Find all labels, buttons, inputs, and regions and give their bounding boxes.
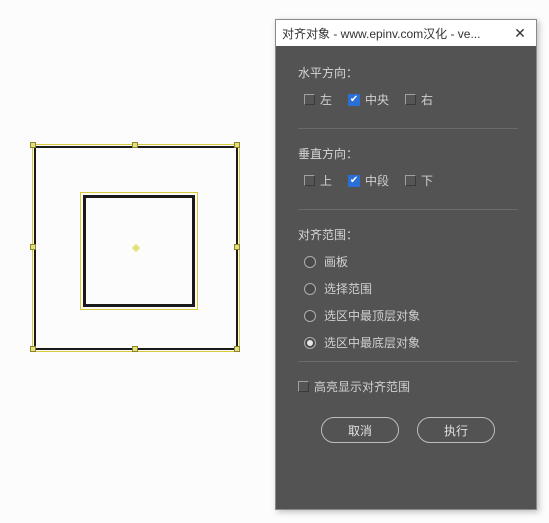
highlight-label: 高亮显示对齐范围: [314, 378, 410, 395]
cancel-button[interactable]: 取消: [321, 417, 399, 443]
inner-rect[interactable]: [83, 195, 195, 307]
handle-nw[interactable]: [30, 142, 36, 148]
handle-ne[interactable]: [234, 142, 240, 148]
divider: [298, 209, 518, 210]
cancel-label: 取消: [348, 422, 372, 439]
h-center-label: 中央: [365, 91, 389, 108]
handle-n[interactable]: [132, 142, 138, 148]
scope-selection-label: 选择范围: [324, 280, 372, 297]
v-align-top[interactable]: 上: [304, 172, 332, 189]
checkbox-icon: [304, 94, 315, 105]
scope-bottommost[interactable]: 选区中最底层对象: [298, 334, 518, 351]
v-middle-label: 中段: [365, 172, 389, 189]
vertical-row: 上 ✔ 中段 下: [298, 172, 518, 189]
handle-sw[interactable]: [30, 346, 36, 352]
horizontal-label: 水平方向：: [298, 64, 518, 81]
dialog-body: 水平方向： 左 ✔ 中央 右 垂直方向： 上 ✔ 中段: [276, 46, 536, 457]
dialog-title: 对齐对象 - www.epinv.com汉化 - ve...: [282, 25, 510, 42]
execute-button[interactable]: 执行: [417, 417, 495, 443]
divider: [298, 128, 518, 129]
radio-icon: [304, 256, 316, 268]
divider: [298, 361, 518, 362]
horizontal-row: 左 ✔ 中央 右: [298, 91, 518, 108]
scope-artboard-label: 画板: [324, 253, 348, 270]
handle-s[interactable]: [132, 346, 138, 352]
radio-icon: [304, 283, 316, 295]
align-dialog: 对齐对象 - www.epinv.com汉化 - ve... ✕ 水平方向： 左…: [275, 19, 537, 510]
checkbox-checked-icon: ✔: [348, 175, 360, 187]
button-bar: 取消 执行: [298, 417, 518, 443]
checkbox-icon: [298, 381, 309, 392]
h-left-label: 左: [320, 91, 332, 108]
radio-selected-icon: [304, 337, 316, 349]
scope-topmost[interactable]: 选区中最顶层对象: [298, 307, 518, 324]
h-align-left[interactable]: 左: [304, 91, 332, 108]
scope-label: 对齐范围：: [298, 226, 518, 243]
v-align-bottom[interactable]: 下: [405, 172, 433, 189]
checkbox-icon: [405, 175, 416, 186]
scope-topmost-label: 选区中最顶层对象: [324, 307, 420, 324]
checkbox-icon: [304, 175, 315, 186]
scope-selection[interactable]: 选择范围: [298, 280, 518, 297]
h-align-right[interactable]: 右: [405, 91, 433, 108]
canvas-preview: [34, 146, 238, 350]
close-icon[interactable]: ✕: [510, 25, 530, 42]
handle-se[interactable]: [234, 346, 240, 352]
v-bottom-label: 下: [421, 172, 433, 189]
h-right-label: 右: [421, 91, 433, 108]
checkbox-checked-icon: ✔: [348, 94, 360, 106]
v-top-label: 上: [320, 172, 332, 189]
scope-artboard[interactable]: 画板: [298, 253, 518, 270]
radio-icon: [304, 310, 316, 322]
execute-label: 执行: [444, 422, 468, 439]
h-align-center[interactable]: ✔ 中央: [348, 91, 389, 108]
handle-e[interactable]: [234, 244, 240, 250]
handle-w[interactable]: [30, 244, 36, 250]
dialog-titlebar[interactable]: 对齐对象 - www.epinv.com汉化 - ve... ✕: [276, 20, 536, 46]
scope-bottommost-label: 选区中最底层对象: [324, 334, 420, 351]
checkbox-icon: [405, 94, 416, 105]
vertical-label: 垂直方向：: [298, 145, 518, 162]
v-align-middle[interactable]: ✔ 中段: [348, 172, 389, 189]
highlight-toggle[interactable]: 高亮显示对齐范围: [298, 378, 410, 395]
